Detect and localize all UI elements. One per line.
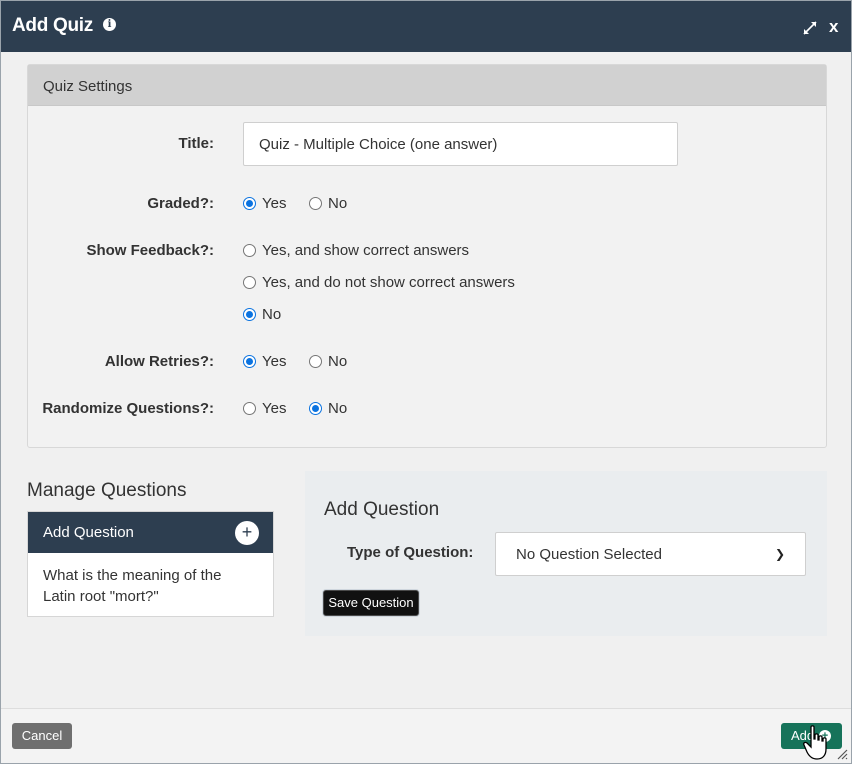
radio-unchecked-icon: [309, 355, 322, 368]
list-item[interactable]: What is the meaning of the Latin root "m…: [28, 553, 273, 619]
randomize-no-radio[interactable]: No: [309, 400, 347, 417]
feedback-hide-answers-radio[interactable]: Yes, and do not show correct answers: [243, 274, 515, 291]
radio-unchecked-icon: [243, 276, 256, 289]
feedback-show-answers-radio[interactable]: Yes, and show correct answers: [243, 242, 469, 259]
radio-checked-icon: [243, 308, 256, 321]
expand-arrows-icon[interactable]: [802, 20, 818, 36]
radio-unchecked-icon: [243, 244, 256, 257]
radio-label: Yes: [262, 353, 287, 370]
dialog-content: Quiz Settings Title: Graded?: Yes No Sho…: [1, 52, 851, 708]
feedback-no-radio[interactable]: No: [243, 306, 281, 323]
add-quiz-dialog: Add Quiz i x Quiz Settings Title: Graded…: [0, 0, 852, 764]
question-list: Add Question + What is the meaning of th…: [27, 511, 274, 617]
cancel-button[interactable]: Cancel: [12, 723, 72, 749]
radio-label: No: [328, 195, 348, 212]
add-question-panel: Add Question Type of Question: No Questi…: [305, 471, 827, 636]
allow-retries-label: Allow Retries?:: [104, 353, 214, 370]
radio-checked-icon: [243, 197, 256, 210]
dialog-footer: Cancel Add +: [1, 708, 851, 763]
question-type-select[interactable]: No Question Selected ❯: [495, 532, 806, 576]
plus-icon[interactable]: +: [235, 521, 259, 545]
radio-label: No: [328, 400, 348, 417]
show-feedback-label: Show Feedback?:: [86, 242, 214, 259]
question-list-header-label: Add Question: [43, 524, 134, 541]
chevron-down-icon: ❯: [774, 547, 785, 561]
radio-label: Yes: [262, 400, 287, 417]
radio-label: No: [262, 306, 282, 323]
close-button[interactable]: x: [829, 17, 838, 37]
info-icon[interactable]: i: [103, 18, 116, 31]
retries-no-radio[interactable]: No: [309, 353, 347, 370]
graded-no-radio[interactable]: No: [309, 195, 347, 212]
save-question-button[interactable]: Save Question: [323, 590, 419, 616]
resize-grip-icon[interactable]: [836, 748, 848, 760]
question-type-value: No Question Selected: [516, 545, 662, 563]
manage-questions-title: Manage Questions: [27, 480, 187, 501]
title-input[interactable]: [243, 122, 678, 166]
graded-label: Graded?:: [147, 195, 214, 212]
title-label: Title:: [178, 135, 214, 152]
quiz-settings-header: Quiz Settings: [28, 65, 826, 106]
radio-label: Yes, and do not show correct answers: [262, 274, 515, 291]
quiz-settings-panel: Quiz Settings Title: Graded?: Yes No Sho…: [27, 64, 827, 448]
radio-unchecked-icon: [243, 402, 256, 415]
hand-cursor-icon: [803, 725, 827, 760]
dialog-title: Add Quiz: [12, 15, 93, 36]
dialog-titlebar: Add Quiz i x: [1, 1, 851, 52]
randomize-label: Randomize Questions?:: [42, 400, 214, 417]
randomize-yes-radio[interactable]: Yes: [243, 400, 286, 417]
graded-yes-radio[interactable]: Yes: [243, 195, 286, 212]
add-question-title: Add Question: [324, 499, 440, 520]
retries-yes-radio[interactable]: Yes: [243, 353, 286, 370]
radio-label: Yes, and show correct answers: [262, 242, 470, 259]
radio-unchecked-icon: [309, 197, 322, 210]
radio-checked-icon: [309, 402, 322, 415]
radio-label: Yes: [262, 195, 287, 212]
radio-checked-icon: [243, 355, 256, 368]
type-of-question-label: Type of Question:: [347, 544, 474, 561]
question-list-header: Add Question +: [28, 512, 273, 553]
radio-label: No: [328, 353, 348, 370]
